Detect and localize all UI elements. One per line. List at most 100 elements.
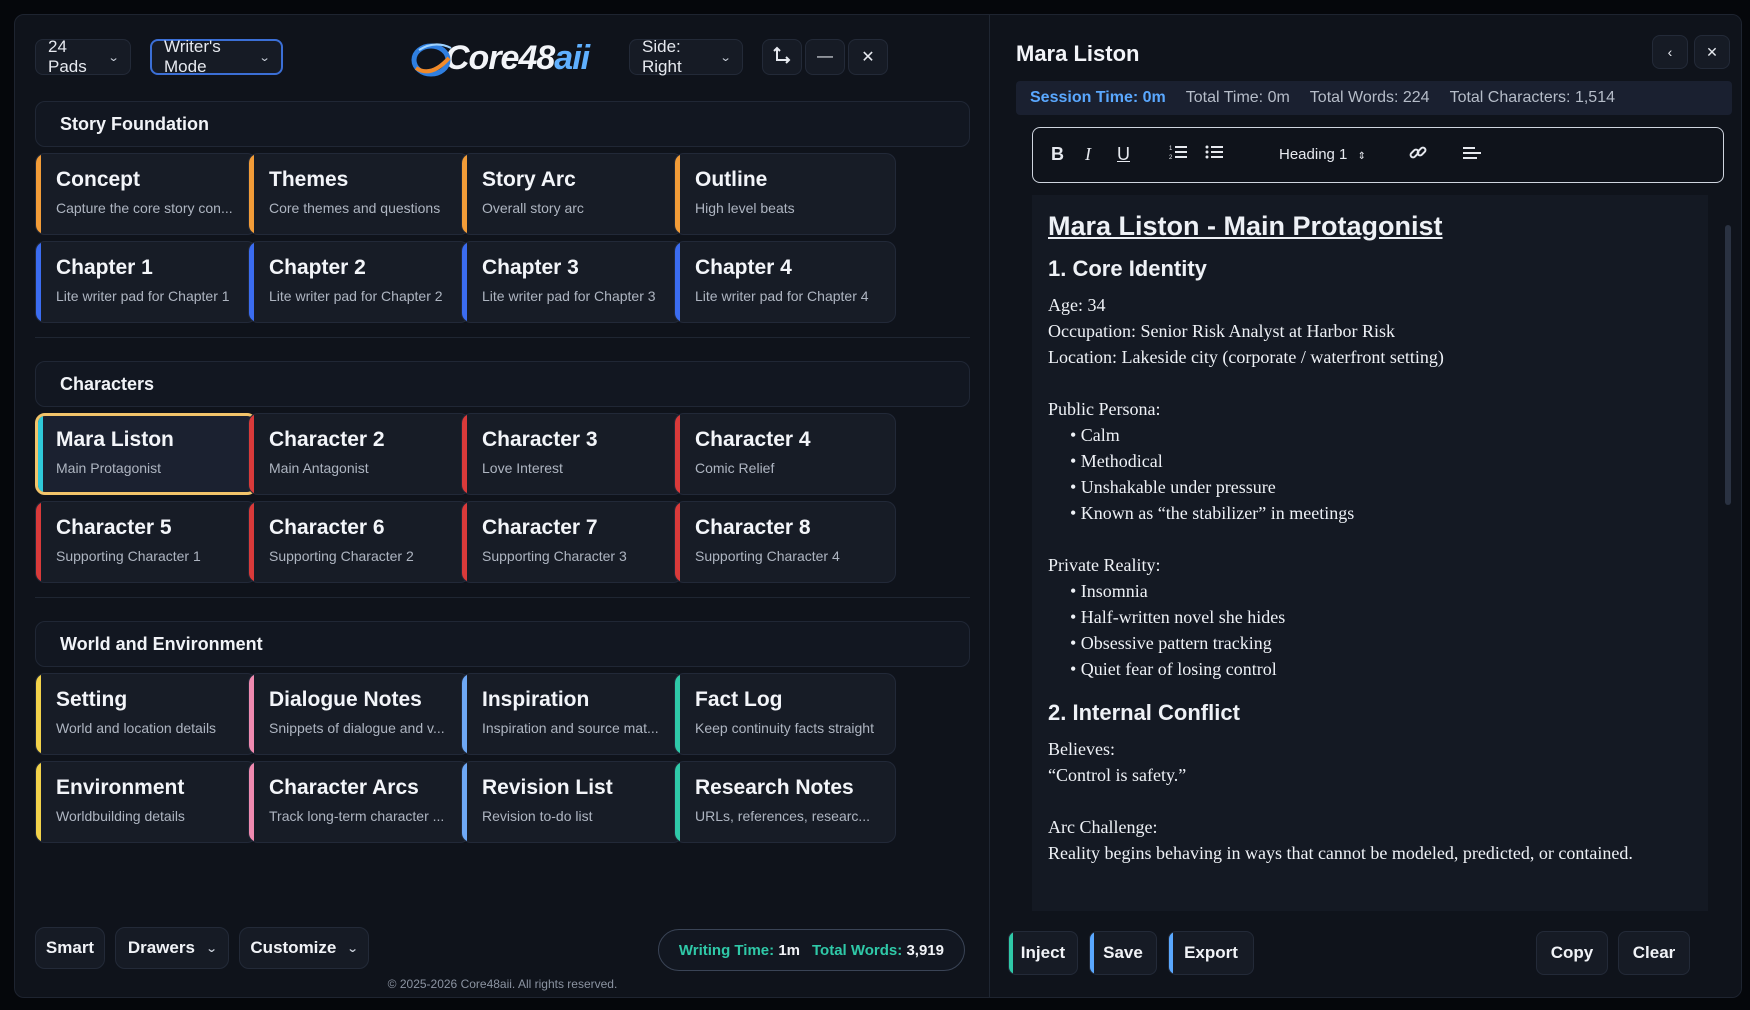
- pad-card[interactable]: Chapter 4 Lite writer pad for Chapter 4: [674, 241, 896, 323]
- minimize-button[interactable]: —: [805, 39, 845, 75]
- doc-line-belief-quote: “Control is safety.”: [1048, 765, 1187, 785]
- copyright: © 2025-2026 Core48aii. All rights reserv…: [387, 977, 618, 991]
- pad-card[interactable]: Setting World and location details: [35, 673, 257, 755]
- pad-card[interactable]: Character 6 Supporting Character 2: [248, 501, 470, 583]
- updown-icon: ⇕: [1357, 151, 1366, 162]
- pad-card[interactable]: Outline High level beats: [674, 153, 896, 235]
- save-button[interactable]: Save: [1089, 931, 1157, 975]
- pads-count-label: 24 Pads: [48, 37, 87, 76]
- align-icon[interactable]: [1463, 144, 1481, 165]
- pad-title: Character 5: [56, 516, 172, 539]
- pad-card[interactable]: Character 4 Comic Relief: [674, 413, 896, 495]
- pad-card[interactable]: Fact Log Keep continuity facts straight: [674, 673, 896, 755]
- pad-subtitle: Revision to-do list: [482, 808, 593, 824]
- export-button[interactable]: Export: [1168, 931, 1254, 975]
- save-label: Save: [1103, 943, 1143, 962]
- doc-title: Mara Liston - Main Protagonist: [1048, 211, 1443, 241]
- pad-subtitle: Core themes and questions: [269, 200, 441, 216]
- session-time: Session Time: 0m: [1030, 89, 1166, 106]
- pad-title: Chapter 1: [56, 256, 153, 279]
- bullet-list-icon[interactable]: [1205, 144, 1223, 165]
- link-icon[interactable]: [1409, 144, 1427, 167]
- side-dropdown[interactable]: Side: Right ⌄: [629, 37, 743, 76]
- close-button[interactable]: ✕: [848, 39, 888, 75]
- doc-bullet: • Quiet fear of losing control: [1070, 659, 1277, 679]
- pad-subtitle: URLs, references, researc...: [695, 808, 871, 824]
- rich-text-editor[interactable]: Mara Liston - Main Protagonist 1. Core I…: [1032, 195, 1708, 911]
- pad-card[interactable]: Character 3 Love Interest: [461, 413, 683, 495]
- pad-card[interactable]: Themes Core themes and questions: [248, 153, 470, 235]
- italic-icon[interactable]: I: [1085, 144, 1091, 165]
- pad-title: Inspiration: [482, 688, 590, 711]
- customize-dropdown[interactable]: Customize ⌄: [239, 927, 369, 969]
- total-words-value: 3,919: [906, 941, 944, 959]
- doc-bullet: • Known as “the stabilizer” in meetings: [1070, 503, 1355, 523]
- underline-icon[interactable]: U: [1117, 144, 1130, 165]
- pad-card[interactable]: Character Arcs Track long-term character …: [248, 761, 470, 843]
- pad-card[interactable]: Story Arc Overall story arc: [461, 153, 683, 235]
- writing-time-value: 1m: [778, 941, 800, 959]
- pad-subtitle: Comic Relief: [695, 460, 775, 476]
- pad-card[interactable]: Chapter 2 Lite writer pad for Chapter 2: [248, 241, 470, 323]
- pad-subtitle: Worldbuilding details: [56, 808, 185, 824]
- chevron-down-icon: ⌄: [205, 942, 218, 955]
- clear-button[interactable]: Clear: [1618, 931, 1690, 975]
- logo-ring-icon: [411, 38, 459, 78]
- pad-card[interactable]: Mara Liston Main Protagonist: [35, 413, 257, 495]
- pads-panel: 24 Pads ⌄ Writer's Mode ⌄ Core48aii Side…: [15, 15, 990, 997]
- pad-card[interactable]: Concept Capture the core story con...: [35, 153, 257, 235]
- writing-stats-pill: Writing Time: 1m Total Words: 3,919: [657, 929, 965, 971]
- pad-card[interactable]: Environment Worldbuilding details: [35, 761, 257, 843]
- pads-count-dropdown[interactable]: 24 Pads ⌄: [35, 37, 131, 76]
- smart-button[interactable]: Smart: [35, 927, 105, 969]
- doc-bullet: • Half-written novel she hides: [1070, 607, 1286, 627]
- pad-card[interactable]: Character 2 Main Antagonist: [248, 413, 470, 495]
- mode-label: Writer's Mode: [164, 37, 221, 76]
- pad-card[interactable]: Character 7 Supporting Character 3: [461, 501, 683, 583]
- section-header: Characters: [35, 361, 970, 407]
- dock-corner-button[interactable]: [762, 39, 802, 75]
- inject-label: Inject: [1020, 943, 1066, 962]
- collapse-button[interactable]: ‹: [1652, 35, 1688, 69]
- heading-select[interactable]: Heading 1 ⇕: [1279, 146, 1366, 163]
- pad-subtitle: Love Interest: [482, 460, 563, 476]
- customize-label: Customize: [250, 938, 337, 957]
- pad-title: Fact Log: [695, 688, 783, 711]
- pad-title: Environment: [56, 776, 185, 799]
- pad-title: Outline: [695, 168, 768, 191]
- pad-card[interactable]: Character 5 Supporting Character 1: [35, 501, 257, 583]
- pad-card[interactable]: Chapter 3 Lite writer pad for Chapter 3: [461, 241, 683, 323]
- pad-title: Character 8: [695, 516, 811, 539]
- total-time: Total Time: 0m: [1185, 89, 1290, 106]
- doc-bullet: • Methodical: [1070, 451, 1163, 471]
- editor-scrollbar[interactable]: [1725, 215, 1731, 905]
- pad-card[interactable]: Revision List Revision to-do list: [461, 761, 683, 843]
- pad-subtitle: Lite writer pad for Chapter 2: [269, 288, 443, 304]
- clear-label: Clear: [1632, 943, 1676, 962]
- editor-close-button[interactable]: ✕: [1694, 35, 1730, 69]
- inject-button[interactable]: Inject: [1008, 931, 1078, 975]
- pad-card[interactable]: Inspiration Inspiration and source mat...: [461, 673, 683, 755]
- bold-icon[interactable]: B: [1051, 144, 1064, 165]
- drawers-dropdown[interactable]: Drawers ⌄: [115, 927, 229, 969]
- top-toolbar: 24 Pads ⌄ Writer's Mode ⌄ Core48aii Side…: [35, 37, 980, 78]
- smart-label: Smart: [45, 938, 95, 957]
- pad-title: Setting: [56, 688, 128, 711]
- pad-card[interactable]: Dialogue Notes Snippets of dialogue and v…: [248, 673, 470, 755]
- scrollbar-thumb[interactable]: [1725, 225, 1731, 505]
- editor-title: Mara Liston: [1016, 41, 1140, 66]
- pad-title: Character 4: [695, 428, 811, 451]
- app-window: 24 Pads ⌄ Writer's Mode ⌄ Core48aii Side…: [14, 14, 1742, 998]
- ordered-list-icon[interactable]: 12: [1169, 144, 1187, 165]
- format-toolbar: B I U 12 Heading 1 ⇕: [1032, 127, 1724, 183]
- pad-card[interactable]: Chapter 1 Lite writer pad for Chapter 1: [35, 241, 257, 323]
- pad-card[interactable]: Research Notes URLs, references, researc.…: [674, 761, 896, 843]
- pad-subtitle: Snippets of dialogue and v...: [269, 720, 445, 736]
- logo-text: Core48aii: [445, 38, 590, 77]
- mode-dropdown[interactable]: Writer's Mode ⌄: [150, 37, 283, 76]
- copy-button[interactable]: Copy: [1536, 931, 1608, 975]
- pad-card[interactable]: Character 8 Supporting Character 4: [674, 501, 896, 583]
- doc-line-location: Location: Lakeside city (corporate / wat…: [1048, 347, 1444, 367]
- pad-subtitle: Track long-term character ...: [269, 808, 445, 824]
- pad-subtitle: Inspiration and source mat...: [482, 720, 659, 736]
